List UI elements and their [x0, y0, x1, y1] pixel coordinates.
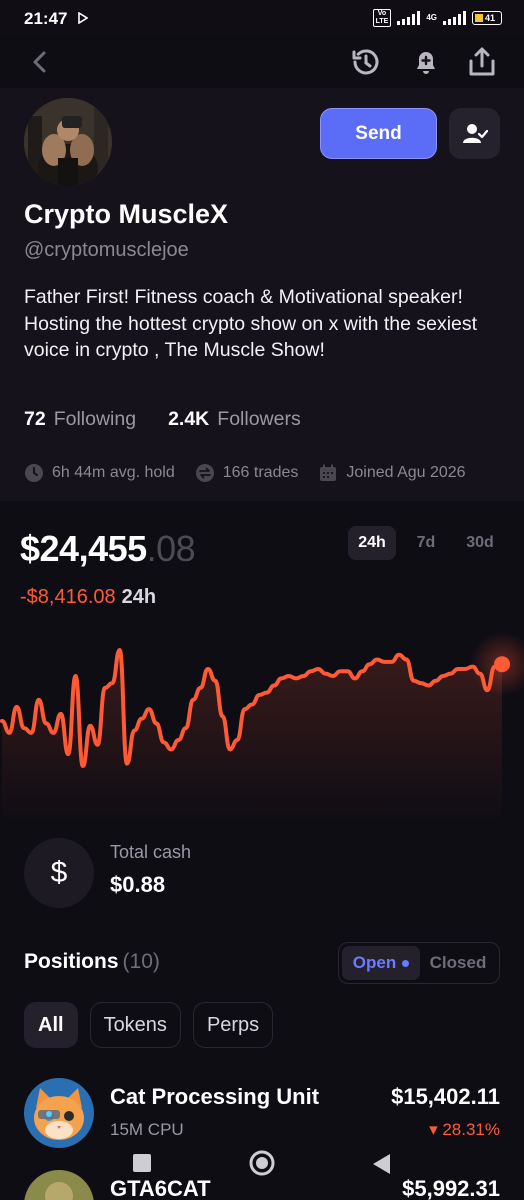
filter-all[interactable]: All	[24, 1002, 78, 1048]
calendar-icon	[320, 464, 337, 481]
open-dot-icon	[402, 959, 410, 967]
portfolio-chart[interactable]	[0, 620, 524, 820]
followers-count[interactable]: 2.4K	[168, 408, 209, 431]
trades-count: 166 trades	[195, 463, 298, 483]
token-value: $15,402.11	[391, 1084, 500, 1109]
open-closed-toggle: Open Closed	[338, 942, 500, 984]
recents-icon[interactable]	[131, 1152, 153, 1174]
change-period: 24h	[121, 586, 157, 608]
volte-icon: Vo LTE	[372, 9, 392, 27]
following-count[interactable]: 72	[24, 408, 46, 431]
range-tabs: 24h 7d 30d	[348, 526, 504, 560]
position-filters: All Tokens Perps	[24, 1002, 274, 1048]
open-tab[interactable]: Open	[342, 946, 420, 980]
back-chevron-icon[interactable]	[24, 46, 56, 78]
signal-icon	[397, 11, 421, 25]
clock-icon	[25, 464, 43, 482]
positions-title: Positions (10)	[24, 950, 160, 973]
followers-label[interactable]: Followers	[217, 408, 300, 431]
send-button[interactable]: Send	[320, 108, 437, 159]
profile-meta: 6h 44m avg. hold 166 trades Joined Agu 2…	[24, 463, 486, 483]
profile-bio: Father First! Fitness coach & Motivation…	[24, 286, 478, 361]
avatar-image	[24, 98, 112, 186]
profile-header: Send Crypto MuscleX @cryptomusclejoe Fat…	[0, 88, 524, 501]
back-triangle-icon[interactable]	[370, 1152, 392, 1176]
avg-hold: 6h 44m avg. hold	[24, 463, 175, 483]
top-nav	[0, 36, 524, 88]
dollar-icon: $	[24, 838, 94, 908]
bell-add-icon[interactable]	[408, 44, 444, 80]
profile-name: Crypto MuscleX	[24, 199, 229, 229]
portfolio-balance: $24,455.08	[20, 528, 196, 569]
following-label[interactable]: Following	[54, 408, 136, 431]
status-time: 21:47	[24, 9, 68, 28]
follow-stats: 72 Following 2.4K Followers	[24, 408, 301, 431]
range-tab-30d[interactable]: 30d	[456, 526, 504, 560]
cash-value: $0.88	[110, 872, 166, 897]
filter-perps[interactable]: Perps	[192, 1002, 274, 1048]
system-navigation	[0, 1132, 524, 1200]
swap-icon	[195, 464, 214, 482]
battery-icon: 41	[472, 11, 502, 25]
total-cash: $ Total cash $0.88	[24, 838, 500, 908]
history-icon[interactable]	[348, 44, 384, 80]
user-check-icon	[462, 123, 488, 143]
play-icon	[78, 12, 88, 24]
range-tab-24h[interactable]: 24h	[348, 526, 396, 560]
home-icon[interactable]	[248, 1149, 276, 1177]
follow-user-button[interactable]	[449, 108, 500, 159]
avatar[interactable]	[24, 98, 112, 186]
token-name: Cat Processing Unit	[110, 1084, 320, 1109]
status-icons: Vo LTE 4G 41	[372, 9, 502, 27]
filter-tokens[interactable]: Tokens	[89, 1002, 181, 1048]
joined-date: Joined Agu 2026	[318, 463, 466, 483]
closed-tab[interactable]: Closed	[420, 953, 496, 973]
chart-end-point[interactable]	[494, 656, 510, 673]
change-value: -$8,416.08	[20, 586, 116, 608]
network-type: 4G	[426, 13, 437, 22]
cash-label: Total cash	[110, 842, 192, 862]
positions-count: (10)	[122, 950, 160, 973]
range-tab-7d[interactable]: 7d	[402, 526, 450, 560]
profile-handle: @cryptomusclejoe	[24, 239, 189, 261]
share-icon[interactable]	[464, 44, 500, 80]
status-bar: 21:47 Vo LTE 4G 41	[0, 0, 524, 36]
balance-change: -$8,416.08 24h	[20, 586, 156, 609]
signal-icon-2	[443, 11, 466, 25]
